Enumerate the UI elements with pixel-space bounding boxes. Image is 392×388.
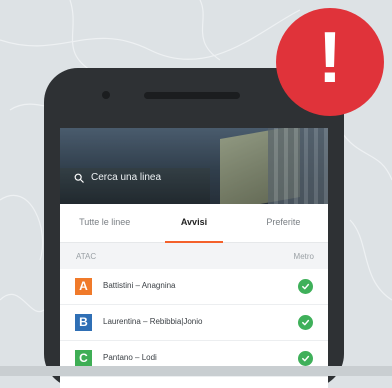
line-name: Pantano – Lodi — [103, 353, 157, 362]
search-bar[interactable]: Cerca una linea — [74, 172, 161, 183]
exclamation-icon: ! — [318, 18, 342, 98]
phone-frame: Cerca una linea Tutte le linee Avvisi Pr… — [44, 68, 344, 388]
line-name: Laurentina – Rebibbia|Jonio — [103, 317, 203, 326]
section-operator: ATAC — [76, 252, 97, 261]
tab-all-lines[interactable]: Tutte le linee — [60, 204, 149, 242]
bottom-strip — [0, 366, 392, 376]
line-name: Battistini – Anagnina — [103, 281, 176, 290]
line-badge: B — [75, 314, 92, 331]
section-header: ATAC Metro — [60, 243, 328, 269]
check-circle-icon — [298, 315, 313, 330]
tab-alerts[interactable]: Avvisi — [149, 204, 238, 243]
line-list: A Battistini – Anagnina B Laurentina – R… — [60, 269, 328, 377]
tab-bar: Tutte le linee Avvisi Preferite — [60, 204, 328, 243]
speaker-grille — [144, 92, 240, 99]
app-screen: Cerca una linea Tutte le linee Avvisi Pr… — [60, 128, 328, 388]
check-circle-icon — [298, 351, 313, 366]
search-placeholder[interactable]: Cerca una linea — [91, 172, 161, 183]
list-item[interactable]: A Battistini – Anagnina — [60, 269, 328, 305]
line-badge: C — [75, 350, 92, 367]
list-item[interactable]: B Laurentina – Rebibbia|Jonio — [60, 305, 328, 341]
line-badge: A — [75, 278, 92, 295]
tab-favorites[interactable]: Preferite — [239, 204, 328, 242]
header-image: Cerca una linea — [60, 128, 328, 204]
section-type: Metro — [293, 252, 314, 261]
search-icon — [74, 173, 84, 183]
check-circle-icon — [298, 279, 313, 294]
camera-icon — [102, 91, 110, 99]
alert-badge: ! — [276, 8, 384, 116]
